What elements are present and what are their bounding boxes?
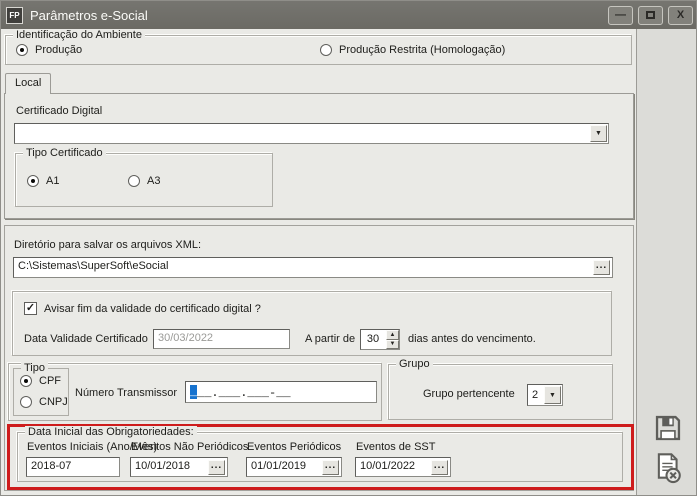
checkbox-avisar-validade-label: Avisar fim da validade do certificado di… [44,302,261,315]
radio-a1-label: A1 [46,175,60,187]
label-eventos-sst: Eventos de SST [356,441,436,453]
group-tipo-certificado-label: Tipo Certificado [23,147,106,159]
radio-dot-icon [16,44,28,56]
radio-cpf-label: CPF [39,375,61,387]
chevron-down-icon[interactable]: ▼ [590,125,607,142]
tab-local[interactable]: Local [5,73,52,94]
radio-dot-icon [20,396,32,408]
document-x-icon [657,453,681,484]
eventos-nao-periodicos-value: 10/01/2018 [135,460,191,472]
group-grupo-label: Grupo [396,358,433,370]
floppy-disk-icon [655,415,681,441]
close-button[interactable]: X [668,5,693,25]
numero-transmissor-mask: __.___.___-__ [197,386,291,400]
box-transmissor: Tipo CPF CNPJ Número Transmissor ___.___… [8,362,382,421]
radio-a3[interactable]: A3 [128,175,160,187]
diretorio-input[interactable]: C:\Sistemas\SuperSoft\eSocial ... [13,257,613,278]
radio-producao-restrita-label: Produção Restrita (Homologação) [339,44,506,56]
browse-eventos-sst-button[interactable]: ... [431,460,448,475]
highlight-rectangle: Data Inicial das Obrigatoriedades: Event… [7,424,634,490]
radio-a3-label: A3 [147,175,161,187]
dias-spinner-value: 30 [366,333,380,345]
maximize-button[interactable] [638,5,663,25]
chevron-down-icon[interactable]: ▼ [544,386,561,404]
tab-local-panel: Certificado Digital ▼ Tipo Certificado A… [4,93,634,219]
eventos-nao-periodicos-input[interactable]: 10/01/2018 ... [130,457,228,477]
close-icon: X [676,8,685,21]
radio-producao-label: Produção [35,44,83,56]
label-a-partir-de: A partir de [305,333,356,345]
group-tipo-label: Tipo [21,362,48,374]
data-validade-value: 30/03/2022 [158,332,214,344]
label-eventos-nao-periodicos: Eventos Não Periódicos [131,441,249,453]
minimize-button[interactable]: — [608,5,633,25]
radio-a1[interactable]: A1 [27,175,59,187]
group-identificacao-ambiente: Identificação do Ambiente Produção Produ… [5,29,632,65]
group-tipo-certificado: Tipo Certificado A1 A3 [15,147,273,207]
eventos-iniciais-value: 2018-07 [31,460,72,472]
radio-cpf[interactable]: CPF [20,375,61,387]
browse-eventos-periodicos-button[interactable]: ... [322,460,339,475]
spinner-down-icon[interactable]: ▼ [386,339,399,349]
grupo-select[interactable]: 2 ▼ [527,384,563,406]
maximize-icon [646,11,655,19]
save-button[interactable] [651,411,685,445]
browse-diretorio-button[interactable]: ... [593,260,610,275]
eventos-sst-value: 10/01/2022 [360,460,416,472]
parametros-esocial-window: FP Parâmetros e-Social — X Identificação… [0,0,697,496]
spinner-up-icon[interactable]: ▲ [386,330,399,340]
group-grupo: Grupo Grupo pertencente 2 ▼ [388,358,613,420]
group-identificacao-ambiente-label: Identificação do Ambiente [13,29,145,41]
titlebar: FP Parâmetros e-Social — X [1,1,696,29]
label-eventos-periodicos: Eventos Periódicos [247,441,342,453]
numero-transmissor-input[interactable]: ___.___.___-__ [185,381,377,403]
browse-eventos-nao-periodicos-button[interactable]: ... [208,460,225,475]
eventos-periodicos-value: 01/01/2019 [251,460,307,472]
radio-producao[interactable]: Produção [16,44,82,56]
label-numero-transmissor: Número Transmissor [75,387,178,399]
label-data-validade: Data Validade Certificado [24,333,148,345]
radio-cnpj-label: CNPJ [39,396,68,408]
text-selection-cursor: _ [190,385,197,399]
label-diretorio-xml: Diretório para salvar os arquivos XML: [14,239,202,251]
radio-dot-icon [20,375,32,387]
checkmark-icon: ✓ [24,302,37,315]
label-dias-antes-vencimento: dias antes do vencimento. [408,333,536,345]
label-certificado-digital: Certificado Digital [16,105,103,117]
settings-panel: Diretório para salvar os arquivos XML: C… [4,225,634,491]
radio-dot-icon [128,175,140,187]
eventos-sst-input[interactable]: 10/01/2022 ... [355,457,451,477]
checkbox-avisar-validade[interactable]: ✓ Avisar fim da validade do certificado … [24,302,261,315]
grupo-select-value: 2 [532,389,539,401]
window-title: Parâmetros e-Social [30,7,148,23]
group-obrigatoriedades-label: Data Inicial das Obrigatoriedades: [25,426,197,438]
radio-dot-icon [27,175,39,187]
dias-spinner[interactable]: 30 ▲ ▼ [360,329,400,350]
minimize-icon: — [615,8,626,21]
cancel-button[interactable] [651,451,685,485]
certificado-combobox[interactable]: ▼ [14,123,609,144]
radio-cnpj[interactable]: CNPJ [20,396,68,408]
action-panel [636,29,696,495]
eventos-iniciais-input[interactable]: 2018-07 [26,457,120,477]
diretorio-input-value: C:\Sistemas\SuperSoft\eSocial [18,260,169,272]
tab-local-label: Local [15,77,42,89]
eventos-periodicos-input[interactable]: 01/01/2019 ... [246,457,342,477]
group-obrigatoriedades: Data Inicial das Obrigatoriedades: Event… [17,426,623,482]
label-grupo-pertencente: Grupo pertencente [423,388,515,400]
group-tipo-transmissor: Tipo CPF CNPJ [13,362,69,416]
radio-dot-icon [320,44,332,56]
data-validade-input[interactable]: 30/03/2022 [153,329,290,349]
radio-producao-restrita[interactable]: Produção Restrita (Homologação) [320,44,505,56]
group-validade-certificado: ✓ Avisar fim da validade do certificado … [12,291,612,356]
app-icon: FP [6,6,23,24]
